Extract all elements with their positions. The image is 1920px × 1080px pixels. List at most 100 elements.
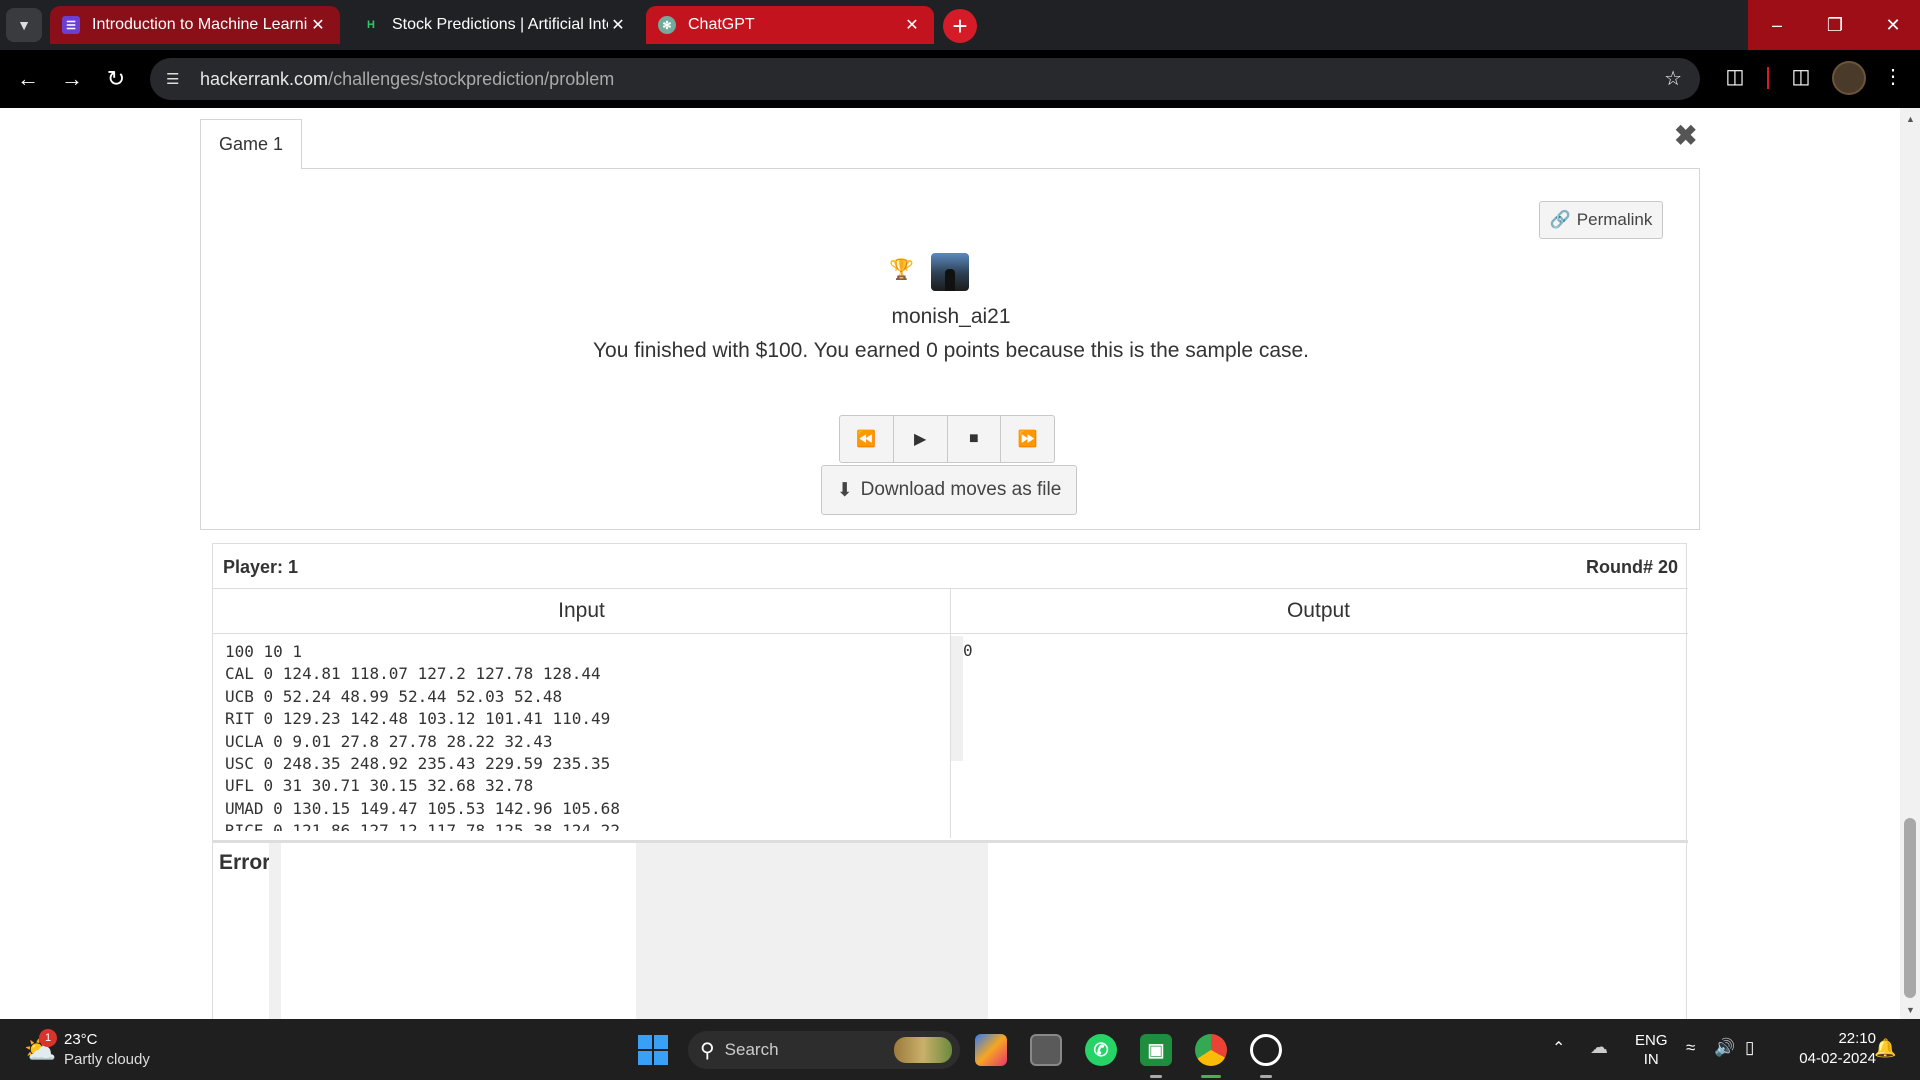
back-button[interactable]: ←	[10, 61, 46, 97]
side-panel-icon[interactable]: ◫	[1786, 64, 1816, 89]
tab-title: Introduction to Machine Learnin	[92, 16, 308, 33]
avatar	[931, 253, 969, 291]
minimize-icon: –	[1771, 14, 1782, 35]
rewind-button[interactable]: ⏪	[840, 416, 894, 462]
weather-temperature[interactable]: 23°C	[64, 1031, 98, 1048]
fast-forward-button[interactable]: ⏩	[1001, 416, 1054, 462]
input-line: 100 10 1	[225, 642, 303, 661]
task-view-icon[interactable]	[1030, 1034, 1062, 1066]
close-tab-icon[interactable]: ✕	[308, 15, 328, 35]
error-row: Error	[213, 840, 1688, 1019]
tab-intro-ml[interactable]: ☰ Introduction to Machine Learnin ✕	[50, 6, 340, 44]
game-panel: 🔗 Permalink 🏆 monish_ai21 You finished w…	[200, 168, 1700, 530]
weather-description[interactable]: Partly cloudy	[64, 1051, 150, 1068]
tab-stock-predictions[interactable]: H Stock Predictions | Artificial Inte ✕	[350, 6, 640, 44]
fast-forward-icon: ⏩	[1017, 431, 1038, 448]
download-moves-button[interactable]: ⬇ Download moves as file	[821, 465, 1077, 515]
rewind-icon: ⏪	[856, 431, 877, 448]
lang-bottom: IN	[1643, 1051, 1659, 1068]
output-content: 0	[963, 641, 973, 660]
input-line: RICE 0 121.86 127.12 117.78 125.38 124.2…	[225, 821, 620, 831]
tab-chatgpt[interactable]: ✻ ChatGPT ✕	[646, 6, 934, 44]
bookmark-star-icon[interactable]: ☆	[1664, 66, 1682, 91]
battery-icon[interactable]: ▯	[1745, 1038, 1754, 1058]
input-line: CAL 0 124.81 118.07 127.2 127.78 128.44	[225, 664, 601, 684]
list-icon: ☰	[62, 16, 80, 34]
result-message: You finished with $100. You earned 0 poi…	[592, 339, 1310, 362]
copilot-icon[interactable]	[975, 1034, 1007, 1066]
clock-time[interactable]: 22:10	[1788, 1030, 1876, 1047]
tab-game-1[interactable]: Game 1	[200, 119, 302, 169]
input-line: UCB 0 52.24 48.99 52.44 52.03 52.48	[225, 686, 563, 706]
tab-search-button[interactable]: ▼	[6, 8, 42, 42]
chrome-icon[interactable]	[1195, 1034, 1227, 1066]
windows-logo-icon	[638, 1035, 652, 1049]
download-icon: ⬇	[836, 479, 853, 501]
round-label: Round# 20	[1585, 557, 1678, 577]
page-content: Game 1 ✖ 🔗 Permalink 🏆 monish_ai21 You f…	[0, 108, 1920, 1019]
game-tab-label: Game 1	[218, 134, 284, 154]
hackerrank-icon: H	[362, 16, 380, 34]
taskbar-search[interactable]: ⚲ Search	[688, 1031, 960, 1069]
permalink-button[interactable]: 🔗 Permalink	[1539, 201, 1663, 239]
stop-button[interactable]: ■	[948, 416, 1002, 462]
profile-avatar[interactable]	[1832, 61, 1866, 95]
restore-button[interactable]: ❐	[1806, 0, 1864, 50]
play-icon: ▶	[913, 431, 927, 448]
output-header: Output	[1286, 599, 1351, 622]
search-label: Search	[724, 1040, 779, 1059]
player-name: monish_ai21	[891, 305, 1011, 328]
whatsapp-icon[interactable]: ✆	[1085, 1034, 1117, 1066]
input-line: RIT 0 129.23 142.48 103.12 101.41 110.49	[225, 709, 611, 729]
toolbar-divider	[1767, 67, 1769, 89]
browser-toolbar: ← → ↻ ☰ hackerrank.com/challenges/stockp…	[0, 50, 1920, 108]
play-button[interactable]: ▶	[894, 416, 948, 462]
taskbar: ⛅ 1 23°C Partly cloudy ⚲ Search ✆ ▣ ⌃ ☁ …	[0, 1019, 1920, 1080]
input-line: UMAD 0 130.15 149.47 105.53 142.96 105.6…	[225, 798, 620, 818]
close-window-button[interactable]: ✕	[1864, 0, 1920, 50]
new-tab-button[interactable]: +	[943, 9, 977, 43]
tab-title: Stock Predictions | Artificial Inte	[392, 16, 608, 33]
minimize-button[interactable]: –	[1748, 0, 1806, 50]
reload-button[interactable]: ↻	[98, 61, 134, 97]
app-icon[interactable]	[1250, 1034, 1282, 1066]
playback-controls: ⏪ ▶ ■ ⏩	[839, 415, 1055, 463]
language-indicator[interactable]: ENG IN	[1635, 1031, 1668, 1069]
error-gutter	[269, 843, 281, 1019]
close-tab-icon[interactable]: ✕	[608, 15, 628, 35]
volume-icon[interactable]: 🔊	[1714, 1038, 1735, 1058]
search-icon: ⚲	[700, 1039, 715, 1062]
tab-title: ChatGPT	[688, 16, 755, 33]
address-bar[interactable]: ☰ hackerrank.com/challenges/stockpredict…	[150, 58, 1700, 100]
classroom-icon[interactable]: ▣	[1140, 1034, 1172, 1066]
link-icon: 🔗	[1549, 210, 1571, 229]
scroll-down-icon[interactable]: ▼	[1906, 1005, 1915, 1015]
reload-icon: ↻	[106, 66, 126, 91]
site-info-icon[interactable]: ☰	[166, 70, 186, 88]
active-indicator	[1201, 1075, 1221, 1078]
close-icon[interactable]: ✖	[1674, 119, 1697, 152]
page-scrollbar[interactable]: ▲ ▼	[1900, 108, 1920, 1019]
chevron-down-icon: ▼	[17, 17, 31, 33]
close-icon: ✕	[1885, 14, 1901, 35]
chevron-up-icon[interactable]: ⌃	[1552, 1038, 1565, 1058]
lang-top: ENG	[1635, 1032, 1668, 1049]
notification-bell-icon[interactable]: 🔔	[1874, 1038, 1896, 1059]
arrow-right-icon: →	[61, 66, 83, 91]
close-tab-icon[interactable]: ✕	[902, 15, 922, 35]
extensions-icon[interactable]: ◫	[1720, 64, 1750, 89]
onedrive-icon[interactable]: ☁	[1590, 1037, 1608, 1058]
more-menu-icon[interactable]: ⋮	[1878, 64, 1908, 89]
forward-button[interactable]: →	[54, 61, 90, 97]
wifi-icon[interactable]: ≈	[1686, 1038, 1695, 1058]
clock-date[interactable]: 04-02-2024	[1770, 1050, 1876, 1067]
search-highlight-image	[894, 1037, 952, 1063]
start-button[interactable]	[638, 1035, 668, 1065]
scroll-up-icon[interactable]: ▲	[1906, 114, 1915, 124]
plus-icon: +	[952, 10, 968, 41]
output-scrollbar[interactable]	[951, 636, 963, 761]
error-content	[636, 843, 988, 1019]
input-content: 100 10 1 CAL 0 124.81 118.07 127.2 127.78…	[225, 641, 945, 831]
weather-badge: 1	[39, 1029, 57, 1047]
scroll-thumb[interactable]	[1904, 818, 1916, 998]
